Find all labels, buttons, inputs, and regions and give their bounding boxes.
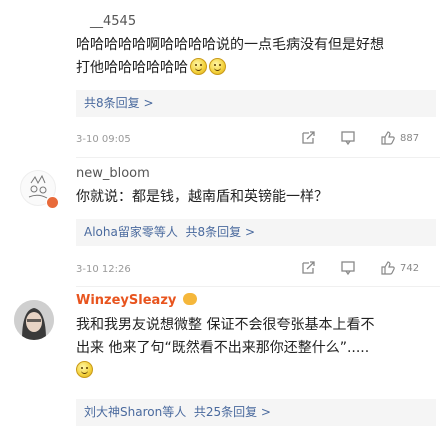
avatar[interactable]	[14, 300, 54, 340]
comment-text: 你就说：都是钱，越南盾和英镑能一样？	[76, 186, 328, 209]
comment-divider	[76, 157, 440, 158]
avatar-photo-icon	[14, 300, 54, 340]
vip-badge-icon	[182, 293, 197, 305]
thumbs-up-icon	[381, 261, 395, 275]
like-button[interactable]: 887	[380, 130, 419, 146]
view-replies-button[interactable]: Aloha留家零等人 共8条回复 >	[76, 219, 436, 246]
replies-count: 共25条回复 >	[193, 405, 271, 419]
comment-button[interactable]	[340, 130, 356, 146]
badge-icon	[46, 196, 59, 209]
view-replies-button[interactable]: 刘大神Sharon等人 共25条回复 >	[76, 399, 436, 426]
share-icon	[302, 131, 315, 144]
comment-username[interactable]: __4545	[90, 14, 136, 29]
comment-username[interactable]: WinzeySleazy	[76, 293, 197, 308]
replies-count: 共8条回复 >	[84, 96, 154, 110]
replies-names: Aloha留家零等人	[84, 225, 178, 239]
share-icon	[302, 261, 315, 274]
like-count: 742	[400, 262, 420, 274]
comment-icon	[341, 131, 355, 146]
replies-count: 共8条回复 >	[185, 225, 256, 239]
like-button[interactable]: 742	[380, 260, 419, 276]
comment-icon	[341, 261, 355, 276]
comment-text-line: 我和我男友说想微整 保证不会很夸张基本上看不	[76, 317, 375, 333]
comment-username-label: WinzeySleazy	[76, 293, 177, 308]
view-replies-button[interactable]: 共8条回复 >	[76, 90, 436, 117]
comment-text: 我和我男友说想微整 保证不会很夸张基本上看不 出来 他来了句“既然看不出来那你还…	[76, 314, 374, 383]
comment-item: __4545 哈哈哈哈哈啊哈哈哈哈说的一点毛病没有但是好想 打他哈哈哈哈哈哈 共…	[0, 0, 440, 160]
comment-username[interactable]: new_bloom	[76, 166, 150, 181]
smile-emoji-icon	[209, 58, 226, 75]
comment-text-line: 你就说：都是钱，越南盾和英镑能一样？	[76, 189, 328, 205]
comment-text-line: 打他哈哈哈哈哈哈	[76, 60, 188, 76]
comment-timestamp: 3-10 12:26	[76, 264, 131, 275]
share-button[interactable]	[300, 260, 316, 276]
comment-text-line: 出来 他来了句“既然看不出来那你还整什么”.....	[76, 340, 370, 356]
comment-button[interactable]	[340, 260, 356, 276]
comment-divider	[76, 286, 440, 287]
like-count: 887	[400, 132, 420, 144]
comment-item: new_bloom 你就说：都是钱，越南盾和英镑能一样？ Aloha留家零等人 …	[0, 160, 440, 288]
comment-text-line-with-emoji: 打他哈哈哈哈哈哈	[76, 57, 384, 80]
comment-text: 哈哈哈哈哈啊哈哈哈哈说的一点毛病没有但是好想 打他哈哈哈哈哈哈	[76, 34, 384, 80]
comment-text-line-with-emoji	[76, 360, 374, 383]
laughing-emoji-icon	[76, 361, 93, 378]
thumbs-up-icon	[381, 131, 395, 145]
replies-names: 刘大神Sharon等人	[84, 405, 187, 419]
smile-emoji-icon	[190, 58, 207, 75]
comment-text-line: 哈哈哈哈哈啊哈哈哈哈说的一点毛病没有但是好想	[76, 37, 384, 53]
comment-timestamp: 3-10 09:05	[76, 134, 131, 145]
share-button[interactable]	[300, 130, 316, 146]
comment-item: WinzeySleazy 我和我男友说想微整 保证不会很夸张基本上看不 出来 他…	[0, 288, 440, 440]
